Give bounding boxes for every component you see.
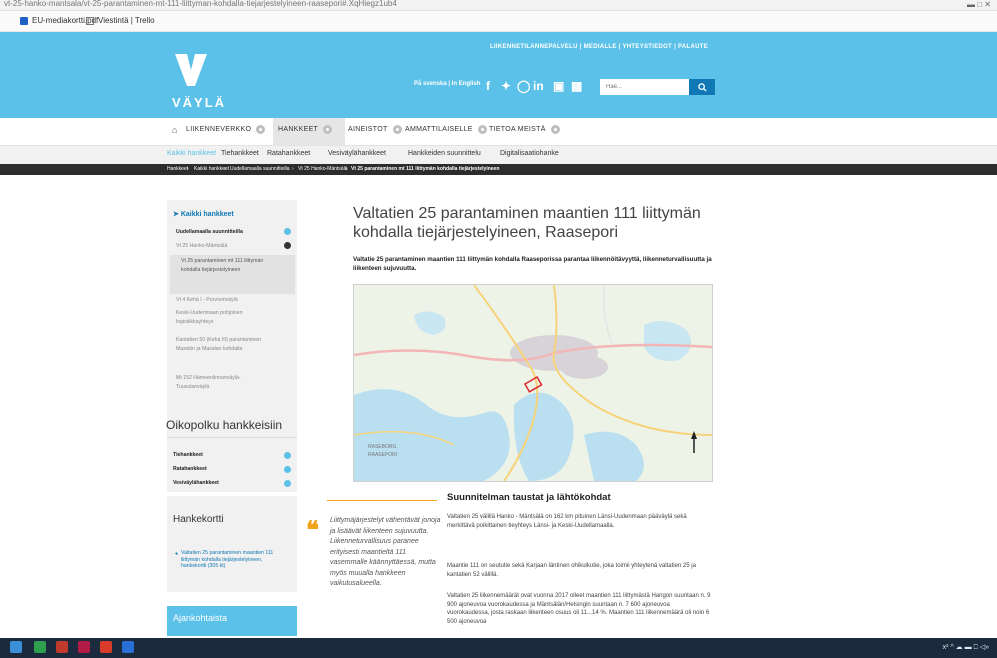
collapse-icon[interactable] — [284, 242, 291, 249]
url-text[interactable]: vt-25-hanko-mantsala/vt-25-parantaminen-… — [4, 0, 397, 8]
news-title[interactable]: Ajankohtaista — [173, 613, 227, 623]
breadcrumb-separator: › — [345, 166, 347, 172]
page-title: Valtatien 25 parantaminen maantien 111 l… — [353, 205, 701, 241]
subnav-digitalisaatiohanke[interactable]: Digitalisaatiohanke — [500, 150, 559, 157]
subnav-ratahankkeet[interactable]: Ratahankkeet — [267, 150, 310, 157]
chrome-icon[interactable] — [34, 641, 46, 653]
bookmark-trello[interactable]: Viestintä | Trello — [86, 16, 155, 25]
nav-ammattilaiselle[interactable]: AMMATTILAISELLE — [405, 125, 487, 134]
shortcut-vesivaylahankkeet[interactable]: Vesiväylähankkeet — [173, 479, 273, 488]
search-icon — [697, 82, 707, 92]
language-links: På svenska | In English — [414, 81, 481, 87]
chevron-down-icon — [477, 125, 487, 134]
pdf-icon — [20, 16, 28, 25]
quote-icon: ❝ — [306, 515, 319, 544]
sidebar-item-keski-uusimaa[interactable]: Keski-Uudenmaan pohjoinen logistiikkayht… — [176, 309, 268, 326]
linkedin-icon[interactable]: in — [533, 79, 544, 93]
logo-text[interactable]: VÄYLÄ — [172, 95, 226, 110]
address-bar[interactable]: vt-25-hanko-mantsala/vt-25-parantaminen-… — [0, 0, 997, 11]
chevron-icon — [284, 452, 291, 459]
chevron-down-icon — [256, 125, 266, 134]
bookmarks-bar: EU-mediakortti.pdf Viestintä | Trello — [0, 11, 997, 32]
twitter-icon[interactable]: ✦ — [501, 79, 511, 93]
breadcrumb-separator: › — [187, 166, 189, 172]
breadcrumb-current: Vt 25 parantaminen mt 111 liittymän kohd… — [351, 166, 500, 172]
trello-icon — [86, 16, 94, 25]
project-card-title: Hankekortti — [173, 514, 224, 525]
youtube-icon[interactable]: ▣ — [553, 79, 564, 93]
top-links[interactable]: LIIKENNETILANNEPALVELU | MEDIALLE | YHTE… — [490, 44, 708, 50]
sidebar-item-selected[interactable]: Vt 25 parantaminen mt 111 liittymän kohd… — [181, 257, 266, 274]
body-paragraph: Valtatien 25 liikennemäärät ovat vuonna … — [447, 593, 711, 625]
breadcrumb-item[interactable]: Vt 25 Hanko-Mäntsälä — [298, 166, 347, 172]
lang-sv-link[interactable]: På svenska — [414, 81, 447, 87]
breadcrumb-item[interactable]: Uudellamaalla suunnitteilla — [230, 166, 289, 172]
sidebar-item-vt25[interactable]: Vt 25 Hanko-Mäntsälä — [176, 242, 276, 251]
subnav-kaikki-hankkeet[interactable]: Kaikki hankkeet — [167, 150, 216, 157]
sidebar-item-kantatie-50[interactable]: Kantatien 50 (Kehä III) parantaminen Max… — [176, 336, 268, 353]
nav-aineistot[interactable]: AINEISTOT — [348, 125, 402, 134]
breadcrumb-separator: › — [224, 166, 226, 172]
search-button[interactable] — [689, 79, 715, 95]
breadcrumb-item[interactable]: Hankkeet — [167, 166, 188, 172]
chevron-down-icon — [550, 125, 560, 134]
subnav-tiehankkeet[interactable]: Tiehankkeet — [221, 150, 259, 157]
instagram-icon[interactable]: ◯ — [517, 79, 530, 93]
map-label: RAASEPORI — [368, 452, 397, 458]
chevron-icon — [284, 480, 291, 487]
project-card-box — [167, 496, 297, 592]
app-icon[interactable] — [78, 641, 90, 653]
home-icon[interactable]: ⌂ — [172, 125, 178, 135]
body-paragraph: Maantie 111 on seututie sekä Karjaan län… — [447, 563, 696, 578]
windows-taskbar — [0, 638, 997, 658]
project-card-link[interactable]: Valtatien 25 parantaminen maantien 111 l… — [181, 550, 286, 570]
body-paragraph: Valtatien 25 välillä Hanko - Mäntsälä on… — [447, 514, 687, 529]
lang-en-link[interactable]: In English — [452, 81, 481, 87]
nav-hankkeet[interactable]: HANKKEET — [278, 125, 333, 134]
shortcuts-heading: Oikopolku hankkeisiin — [166, 418, 283, 432]
window-controls[interactable]: ▬ □ ✕ — [967, 0, 991, 9]
section-heading: Suunnitelman taustat ja lähtökohdat — [447, 492, 611, 503]
bookmark-label: Viestintä | Trello — [98, 16, 155, 25]
vayla-logo-icon[interactable] — [171, 50, 211, 90]
subnav-vesivaylahankkeet[interactable]: Vesiväylähankkeet — [328, 150, 386, 157]
pdf-icon[interactable] — [100, 641, 112, 653]
shortcut-ratahankkeet[interactable]: Ratahankkeet — [173, 465, 273, 474]
project-map[interactable]: RASEBORG RAASEPORI — [353, 284, 713, 482]
sidebar-item-vt4[interactable]: Vt 4 Kehä I - Porvoonväylä — [176, 296, 276, 305]
chevron-down-icon — [392, 125, 402, 134]
lead-text: Valtatie 25 parantaminen maantien 111 li… — [353, 256, 712, 272]
flickr-icon[interactable]: ▩ — [571, 79, 582, 93]
map-label: RASEBORG — [368, 444, 396, 450]
teams-icon[interactable] — [122, 641, 134, 653]
divider — [327, 500, 437, 501]
expand-icon[interactable] — [284, 228, 291, 235]
divider — [167, 437, 297, 438]
powerpoint-icon[interactable] — [56, 641, 68, 653]
nav-tietoa-meista[interactable]: TIETOA MEISTÄ — [489, 125, 560, 134]
pull-quote: Liittymäjärjestelyt vähentävät jonoja ja… — [330, 517, 441, 587]
start-icon[interactable] — [10, 641, 22, 653]
search-input[interactable] — [600, 79, 689, 95]
map-image: RASEBORG RAASEPORI — [354, 285, 712, 481]
bullet-icon: ● — [175, 551, 179, 557]
breadcrumb-separator: › — [292, 166, 294, 172]
subnav-hankkeiden-suunnittelu[interactable]: Hankkeiden suunnittelu — [408, 150, 481, 157]
chevron-icon — [284, 466, 291, 473]
sub-navigation — [0, 146, 997, 164]
circle-arrow-icon: ➤ — [173, 211, 179, 218]
facebook-icon[interactable]: f — [486, 79, 490, 93]
nav-liikenneverkko[interactable]: LIIKENNEVERKKO — [186, 125, 266, 134]
sidebar-title[interactable]: ➤ Kaikki hankkeet — [173, 210, 234, 218]
system-tray[interactable]: x² ^ ☁ ▬ ⎕ ◁» — [943, 643, 989, 652]
sidebar-item-uudellamaalla[interactable]: Uudellamaalla suunnitteilla — [176, 228, 276, 237]
sidebar-item-mt152[interactable]: Mt 152 Hämeenlinnanväylä-Tuusulanväylä — [176, 374, 268, 391]
shortcut-tiehankkeet[interactable]: Tiehankkeet — [173, 451, 273, 460]
chevron-down-icon — [323, 125, 333, 134]
